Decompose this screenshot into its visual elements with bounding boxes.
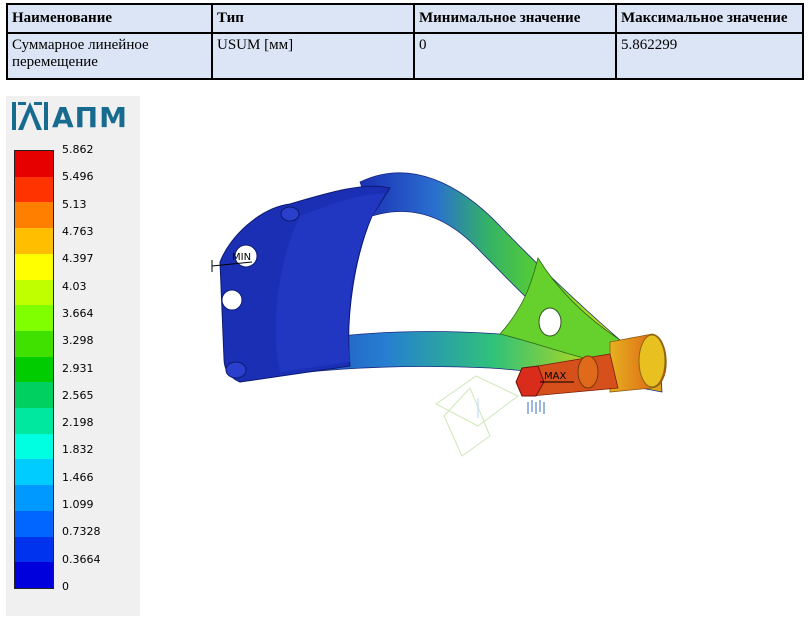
color-scale-label: 1.466 (62, 470, 94, 484)
model-view-svg: MIN MAX (211, 172, 667, 457)
table-row: Суммарное линейное перемещение USUM [мм]… (6, 32, 804, 80)
color-scale-segment (15, 485, 53, 512)
color-scale-label: 3.298 (62, 334, 94, 348)
min-marker-label: MIN (232, 252, 251, 263)
color-scale-label: 1.099 (62, 498, 94, 512)
color-scale-segment (15, 433, 53, 460)
header-name: Наименование (6, 3, 213, 34)
color-scale-segment (15, 408, 53, 435)
cell-type: USUM [мм] (211, 32, 415, 80)
color-scale-label: 3.664 (62, 306, 94, 320)
header-min: Минимальное значение (413, 3, 617, 34)
color-scale-label: 4.763 (62, 224, 94, 238)
header-type: Тип (211, 3, 415, 34)
header-max: Максимальное значение (615, 3, 804, 34)
coordinate-triad (435, 375, 519, 457)
color-scale-label: 0.7328 (62, 525, 101, 539)
color-scale-label: 1.832 (62, 443, 94, 457)
mounting-hole-lower (221, 289, 243, 311)
color-scale-segment (15, 176, 53, 203)
cell-max: 5.862299 (615, 32, 804, 80)
model-viewport[interactable]: MIN MAX (140, 96, 809, 616)
color-scale-segment (15, 330, 53, 358)
color-scale-label: 5.496 (62, 170, 94, 184)
color-scale-label: 0 (62, 580, 69, 593)
color-scale-segment (15, 356, 53, 383)
apm-logo: АПМ (12, 100, 136, 134)
color-scale-label: 4.03 (62, 279, 87, 293)
color-scale-segment (15, 536, 53, 563)
color-scale-segment (15, 202, 53, 229)
max-marker-label: MAX (544, 371, 566, 382)
color-scale-segment (15, 459, 53, 486)
results-table: Наименование Тип Минимальное значение Ма… (6, 3, 804, 80)
cell-min: 0 (413, 32, 617, 80)
color-scale-segment (15, 279, 53, 306)
color-scale-label: 2.931 (62, 361, 94, 375)
color-scale-segment (15, 228, 53, 255)
color-scale-segment (15, 382, 53, 409)
color-scale-label: 2.565 (62, 388, 94, 402)
color-scale-segment (15, 253, 53, 281)
apm-logo-icon (12, 102, 48, 130)
color-scale-segment (15, 305, 53, 332)
color-scale-segment (15, 151, 53, 178)
apm-logo-text: АПМ (52, 101, 128, 134)
color-scale-segment (15, 562, 53, 589)
end-bushing (609, 333, 667, 393)
color-scale-label: 4.397 (62, 252, 94, 266)
color-scale-label: 0.3664 (62, 552, 101, 566)
cell-name: Суммарное линейное перемещение (6, 32, 213, 80)
legend-panel: АПМ 5.862 5.496 5.13 4.763 4.397 4.03 3.664 3.2… (6, 96, 140, 616)
color-scale-segment (15, 510, 53, 538)
color-scale-label: 5.862 (62, 143, 94, 156)
color-scale-bar (14, 150, 54, 589)
load-arrows (527, 400, 545, 414)
results-header-row: Наименование Тип Минимальное значение Ма… (6, 3, 804, 34)
color-scale-label: 2.198 (62, 416, 94, 430)
color-scale-label: 5.13 (62, 197, 87, 211)
